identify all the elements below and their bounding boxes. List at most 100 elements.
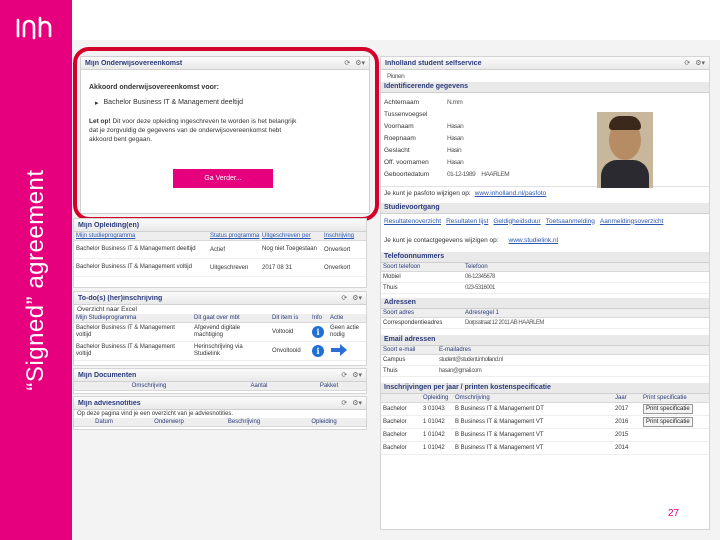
cell-action: Geen actie nodig xyxy=(330,325,360,338)
documenten-title: Mijn Documenten xyxy=(78,371,137,379)
table-row: Thuis 023-5316001 xyxy=(381,283,709,294)
print-specificatie-button[interactable]: Print specificatie xyxy=(643,404,693,414)
cell-type: Bachelor xyxy=(383,406,407,412)
cell-print xyxy=(641,434,707,436)
refresh-icon[interactable]: ⟳ xyxy=(341,294,347,302)
table-row: Bachelor Business IT & Management deelti… xyxy=(74,241,366,259)
header-opleiding: Opleiding xyxy=(423,395,449,401)
cell-state: Onvoltooid xyxy=(272,348,301,354)
header-pakket: Pakket xyxy=(319,383,339,389)
field-label: Voornaam xyxy=(384,122,414,130)
cell-inschrijving: Onverkort xyxy=(324,246,351,253)
refresh-icon[interactable]: ⟳ xyxy=(344,59,350,67)
cell-address: Dorpsstraat 12 2011 AB HAARLEM xyxy=(465,320,544,326)
cell-date: 2017 08 31 xyxy=(262,264,293,271)
agreement-heading: Akkoord onderwijsovereenkomst voor: xyxy=(89,84,219,91)
warning-text-2: dat je zorgvuldig de gegevens van de ond… xyxy=(89,127,282,134)
continue-button[interactable]: Ga Verder... xyxy=(173,169,273,188)
settings-dropdown-icon[interactable]: ⚙▾ xyxy=(695,59,705,67)
header-uitgeschreven[interactable]: Uitgeschreven per xyxy=(262,233,311,239)
table-row: Bachelor 1 01042 B Business IT & Managem… xyxy=(381,416,709,429)
top-value: Pionen xyxy=(387,72,405,80)
cell-description: B Business IT & Management DT xyxy=(455,406,544,412)
cell-program: Bachelor Business IT & Management voltij… xyxy=(76,264,192,270)
settings-dropdown-icon[interactable]: ⚙▾ xyxy=(352,294,362,302)
agreement-panel: Mijn Onderwijsovereenkomst ⟳ ⚙▾ Akkoord o… xyxy=(80,56,370,214)
cell-description: B Business IT & Management VT xyxy=(455,419,544,425)
link-toetsaanmelding[interactable]: Toetsaanmelding xyxy=(546,218,595,225)
agreement-panel-title: Mijn Onderwijsovereenkomst xyxy=(85,59,183,67)
identity-section-title: Identificerende gegevens xyxy=(381,82,709,93)
cell-print xyxy=(641,447,707,449)
settings-dropdown-icon[interactable]: ⚙▾ xyxy=(352,371,362,379)
header-state: Dit item is xyxy=(272,315,299,321)
inschrijvingen-title: Inschrijvingen per jaar / printen kosten… xyxy=(381,383,709,394)
field-label: Geboortedatum xyxy=(384,170,430,178)
student-photo xyxy=(597,112,653,188)
header-onderwerp: Onderwerp xyxy=(154,419,184,425)
selfservice-title: Inholland student selfservice xyxy=(385,59,482,67)
field-label: Tussenvoegsel xyxy=(384,110,428,118)
cell-program: Bachelor Business IT & Management deelti… xyxy=(76,246,196,252)
documenten-table-header: Omschrijving Aantal Pakket xyxy=(74,382,366,391)
excel-export-link[interactable]: Overzicht naar Excel xyxy=(74,305,366,314)
cell-date: Nog niet Toegestaan xyxy=(262,246,317,252)
cell-status: Actief xyxy=(210,246,226,253)
bullet-icon: ▸ xyxy=(95,100,99,107)
table-row: Campus student@student.inholland.nl xyxy=(381,355,709,366)
print-specificatie-button[interactable]: Print specificatie xyxy=(643,417,693,427)
header-aantal: Aantal xyxy=(250,383,268,389)
todo-title: To-do(s) (her)inschrijving xyxy=(78,294,163,302)
telefoon-title: Telefoonnummers xyxy=(381,252,709,263)
header-jaar: Jaar xyxy=(615,395,627,401)
todo-table-header: Mijn Studieprogramma Dit gaat over mbt D… xyxy=(74,314,366,323)
link-geldigheidsduur[interactable]: Geldigheidsduur xyxy=(493,218,540,225)
cell-type: Campus xyxy=(383,357,406,363)
cell-email: student@student.inholland.nl xyxy=(439,357,503,363)
cell-phone: 06-12345678 xyxy=(465,274,495,280)
cell-description: B Business IT & Management VT xyxy=(455,445,544,451)
opleidingen-panel: Mijn Opleiding(en) Mijn studieprogramma … xyxy=(73,218,367,288)
header-soort-telefoon: Soort telefoon xyxy=(383,264,421,270)
header-studieprogramma[interactable]: Mijn studieprogramma xyxy=(76,233,135,239)
inholland-logo-icon xyxy=(16,16,52,40)
settings-dropdown-icon[interactable]: ⚙▾ xyxy=(352,399,362,407)
cell-type: Thuis xyxy=(383,285,398,291)
studievoortgang-title: Studievoortgang xyxy=(381,203,709,214)
cell-type: Bachelor xyxy=(383,445,407,451)
info-icon[interactable]: i xyxy=(312,345,324,357)
field-value: N.mm xyxy=(447,98,463,106)
header-status[interactable]: Status programma xyxy=(210,233,259,239)
cell-type: Thuis xyxy=(383,368,398,374)
settings-dropdown-icon[interactable]: ⚙▾ xyxy=(355,59,365,67)
link-resultatenoverzicht[interactable]: Resultatenoverzicht xyxy=(384,218,441,225)
header-omschrijving: Omschrijving xyxy=(455,395,490,401)
photo-change-link[interactable]: www.inholland.nl/pasfoto xyxy=(475,190,547,197)
table-row: Thuis hasan@gmail.com xyxy=(381,366,709,377)
cell-program: Bachelor Business IT & Management voltij… xyxy=(76,344,175,357)
refresh-icon[interactable]: ⟳ xyxy=(341,399,347,407)
refresh-icon[interactable]: ⟳ xyxy=(341,371,347,379)
header-omschrijving: Omschrijving xyxy=(131,383,167,389)
cell-subject: Herinschrijving via Studielink xyxy=(194,344,243,357)
table-row: Bachelor 3 01043 B Business IT & Managem… xyxy=(381,403,709,416)
info-icon[interactable]: i xyxy=(312,326,324,338)
photo-change-text: Je kunt je pasfoto wijzigen op: xyxy=(384,190,471,197)
link-resultatenlijst[interactable]: Resultaten lijst xyxy=(446,218,488,225)
header-info: Info xyxy=(312,315,323,321)
arrow-right-icon[interactable] xyxy=(330,344,348,356)
contact-change-link[interactable]: www.studielink.nl xyxy=(509,237,559,244)
refresh-icon[interactable]: ⟳ xyxy=(684,59,690,67)
header-action: Actie xyxy=(330,315,344,321)
cell-type: Correspondentieadres xyxy=(383,320,443,326)
link-aanmeldingsoverzicht[interactable]: Aanmeldingsoverzicht xyxy=(600,218,664,225)
field-label: Geslacht xyxy=(384,146,410,154)
field-value: Hasin xyxy=(447,146,462,154)
header-inschrijving[interactable]: Inschrijving xyxy=(324,233,354,239)
selfservice-panel: Inholland student selfservice ⟳ ⚙▾ Pionen… xyxy=(380,56,710,530)
inschrijvingen-table-header: Opleiding Omschrijving Jaar Print specif… xyxy=(381,394,709,403)
field-value: Hasan xyxy=(447,122,464,130)
advies-title: Mijn adviesnotities xyxy=(78,399,141,407)
table-row: Bachelor Business IT & Management voltij… xyxy=(74,323,366,342)
email-title: Email adressen xyxy=(381,335,709,346)
